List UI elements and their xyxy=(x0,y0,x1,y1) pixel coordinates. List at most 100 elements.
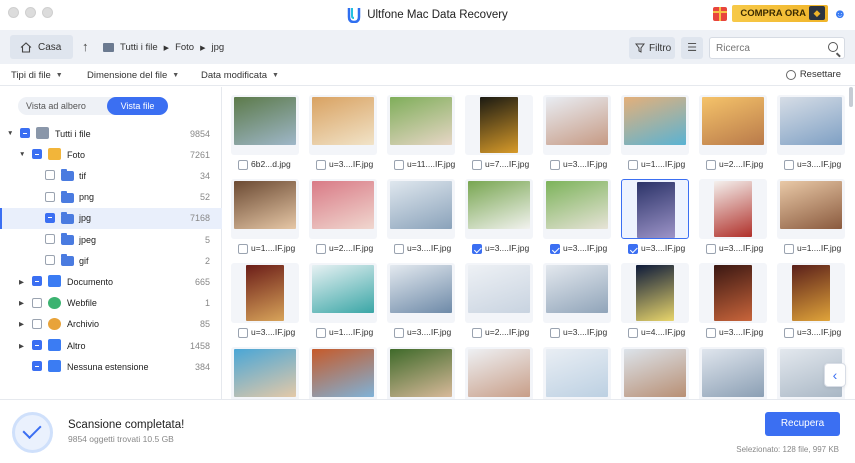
reset-button[interactable]: Resettare xyxy=(785,69,841,80)
file-tile[interactable]: u=3....IF.jpg xyxy=(465,179,533,257)
collapse-arrow-icon[interactable]: ▶ xyxy=(19,342,24,350)
file-tile[interactable] xyxy=(699,347,767,399)
file-checkbox[interactable] xyxy=(238,328,248,338)
tree-item[interactable]: ▶ Altro 1458 xyxy=(0,335,222,356)
up-arrow-icon[interactable]: ↑ xyxy=(82,39,89,54)
expand-arrow-icon[interactable]: ▼ xyxy=(7,130,13,137)
file-checkbox[interactable] xyxy=(394,160,404,170)
file-checkbox[interactable] xyxy=(628,160,638,170)
file-checkbox[interactable] xyxy=(628,244,638,254)
tree-checkbox[interactable] xyxy=(45,170,55,181)
file-tile[interactable]: u=3....IF.jpg xyxy=(387,179,455,257)
file-tile[interactable]: u=3....IF.jpg xyxy=(699,179,767,257)
image-thumbnail[interactable] xyxy=(702,349,764,397)
file-tile[interactable]: u=2....IF.jpg xyxy=(309,179,377,257)
image-thumbnail[interactable] xyxy=(624,97,686,145)
file-tile[interactable]: u=3....IF.jpg xyxy=(543,263,611,341)
image-thumbnail[interactable] xyxy=(468,349,530,397)
image-thumbnail[interactable] xyxy=(234,97,296,145)
file-tile[interactable]: u=3....IF.jpg xyxy=(387,263,455,341)
file-tile[interactable] xyxy=(621,347,689,399)
file-tile[interactable]: u=3....IF.jpg xyxy=(543,179,611,257)
buy-now-button[interactable]: COMPRA ORA ◆ xyxy=(732,5,828,22)
image-thumbnail[interactable] xyxy=(636,265,674,321)
breadcrumb-item[interactable]: Tutti i file xyxy=(120,42,158,53)
tree-checkbox[interactable] xyxy=(32,149,42,160)
file-tile[interactable]: u=3....IF.jpg xyxy=(231,263,299,341)
file-tile[interactable]: u=3....IF.jpg xyxy=(699,263,767,341)
file-tile[interactable]: u=3....IF.jpg xyxy=(621,179,689,257)
image-thumbnail[interactable] xyxy=(312,349,374,397)
tree-item[interactable]: ▼ Tutti i file 9854 xyxy=(0,123,222,144)
tree-item[interactable]: ▼ Foto 7261 xyxy=(0,144,222,165)
image-thumbnail[interactable] xyxy=(234,181,296,229)
file-checkbox[interactable] xyxy=(316,328,326,338)
account-icon[interactable]: ☻ xyxy=(833,6,847,22)
tree-checkbox[interactable] xyxy=(20,128,30,138)
collapse-arrow-icon[interactable]: ▶ xyxy=(19,278,24,286)
tree-item[interactable]: jpg 7168 xyxy=(0,207,222,229)
scrollbar[interactable] xyxy=(849,87,853,107)
file-tile[interactable] xyxy=(231,347,299,399)
image-thumbnail[interactable] xyxy=(546,97,608,145)
close-window-button[interactable] xyxy=(8,7,19,18)
image-thumbnail[interactable] xyxy=(792,265,830,321)
file-tile[interactable]: u=11....IF.jpg xyxy=(387,95,455,173)
tree-item[interactable]: gif 2 xyxy=(0,250,222,271)
tree-item[interactable]: tif 34 xyxy=(0,165,222,186)
gift-icon[interactable] xyxy=(713,6,728,21)
image-thumbnail[interactable] xyxy=(390,181,452,229)
tree-checkbox[interactable] xyxy=(32,340,42,350)
collapse-arrow-icon[interactable]: ▶ xyxy=(19,320,24,328)
image-thumbnail[interactable] xyxy=(624,349,686,397)
file-checkbox[interactable] xyxy=(472,244,482,254)
file-tile[interactable] xyxy=(387,347,455,399)
image-thumbnail[interactable] xyxy=(234,349,296,397)
image-thumbnail[interactable] xyxy=(714,181,752,237)
image-thumbnail[interactable] xyxy=(312,97,374,145)
file-checkbox[interactable] xyxy=(394,328,404,338)
file-type-dropdown[interactable]: Tipi di file ▼ xyxy=(11,70,63,81)
tree-checkbox[interactable] xyxy=(45,255,55,266)
file-checkbox[interactable] xyxy=(550,160,560,170)
tree-checkbox[interactable] xyxy=(45,191,55,202)
image-thumbnail[interactable] xyxy=(246,265,284,321)
file-tile[interactable]: u=3....IF.jpg xyxy=(777,263,845,341)
breadcrumb-item[interactable]: jpg xyxy=(211,42,224,53)
file-checkbox[interactable] xyxy=(706,328,716,338)
tree-checkbox[interactable] xyxy=(32,361,42,372)
file-tile[interactable]: u=1....IF.jpg xyxy=(777,179,845,257)
file-checkbox[interactable] xyxy=(472,328,482,338)
tree-item[interactable]: jpeg 5 xyxy=(0,229,222,250)
image-thumbnail[interactable] xyxy=(468,181,530,229)
list-view-button[interactable]: ☰ xyxy=(681,37,703,59)
filter-button[interactable]: Filtro xyxy=(629,37,675,59)
tree-checkbox[interactable] xyxy=(45,212,55,223)
image-thumbnail[interactable] xyxy=(546,181,608,229)
collapse-arrow-icon[interactable]: ▶ xyxy=(19,299,24,307)
file-checkbox[interactable] xyxy=(394,244,404,254)
minimize-window-button[interactable] xyxy=(25,7,36,18)
file-checkbox[interactable] xyxy=(784,328,794,338)
file-tile[interactable] xyxy=(465,347,533,399)
tree-checkbox[interactable] xyxy=(32,318,42,329)
file-tile[interactable]: u=2....IF.jpg xyxy=(699,95,767,173)
file-checkbox[interactable] xyxy=(706,244,716,254)
image-thumbnail[interactable] xyxy=(780,181,842,229)
image-thumbnail[interactable] xyxy=(637,182,675,238)
file-tile[interactable]: u=1....IF.jpg xyxy=(621,95,689,173)
date-modified-dropdown[interactable]: Data modificata ▼ xyxy=(201,70,279,81)
image-thumbnail[interactable] xyxy=(546,349,608,397)
file-checkbox[interactable] xyxy=(316,244,326,254)
tree-item[interactable]: ▶ Webfile 1 xyxy=(0,293,222,314)
tree-view-tab[interactable]: Vista ad albero xyxy=(18,97,94,115)
file-tile[interactable] xyxy=(543,347,611,399)
search-input[interactable] xyxy=(716,42,826,54)
file-tile[interactable]: 6b2...d.jpg xyxy=(231,95,299,173)
tree-checkbox[interactable] xyxy=(45,234,55,244)
tree-item[interactable]: png 52 xyxy=(0,187,222,208)
image-thumbnail[interactable] xyxy=(390,265,452,313)
image-thumbnail[interactable] xyxy=(312,265,374,313)
tree-item[interactable]: ▶ Documento 665 xyxy=(0,271,222,292)
file-checkbox[interactable] xyxy=(550,328,560,338)
